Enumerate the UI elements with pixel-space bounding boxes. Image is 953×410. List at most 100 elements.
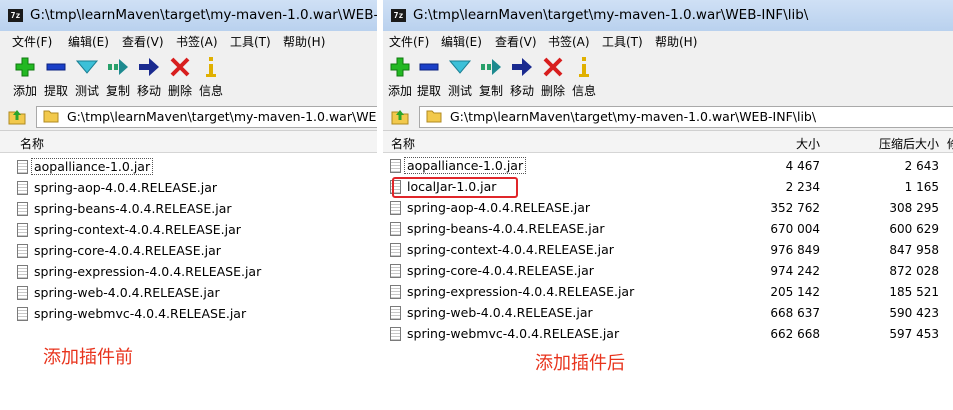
file-name: spring-expression-4.0.4.RELEASE.jar [34, 264, 262, 279]
delete-button[interactable]: 删除 [165, 55, 195, 99]
window-title: G:\tmp\learnMaven\target\my-maven-1.0.wa… [413, 7, 809, 23]
copy-button[interactable]: 复制 [476, 55, 506, 99]
add-icon [390, 57, 410, 77]
jar-file-icon [17, 223, 28, 237]
jar-file-icon [390, 306, 401, 320]
column-header-packed-size[interactable]: 压缩后大小 [879, 135, 939, 152]
file-row[interactable]: spring-beans-4.0.4.RELEASE.jar 670 004 600… [383, 219, 953, 240]
file-name: spring-web-4.0.4.RELEASE.jar [407, 305, 593, 320]
file-row[interactable]: spring-context-4.0.4.RELEASE.jar [0, 220, 377, 241]
move-button[interactable]: 移动 [507, 55, 537, 99]
move-button[interactable]: 移动 [134, 55, 164, 99]
file-packed-size: 597 453 [889, 327, 939, 341]
file-packed-size: 308 295 [889, 201, 939, 215]
file-row[interactable]: spring-webmvc-4.0.4.RELEASE.jar 662 668 59… [383, 324, 953, 345]
file-size: 670 004 [770, 222, 820, 236]
menu-file[interactable]: 文件(F) [389, 33, 429, 50]
caption-before: 添加插件前 [43, 347, 133, 368]
extract-icon [419, 63, 439, 71]
test-button[interactable]: 测试 [445, 55, 475, 99]
file-row[interactable]: aopalliance-1.0.jar 4 467 2 643 [383, 156, 953, 177]
file-row[interactable]: spring-core-4.0.4.RELEASE.jar [0, 241, 377, 262]
menu-tools[interactable]: 工具(T) [602, 33, 643, 50]
file-row[interactable]: spring-web-4.0.4.RELEASE.jar 668 637 590 4… [383, 303, 953, 324]
file-list-header: 名称 [0, 131, 377, 153]
info-button[interactable]: 信息 [196, 55, 226, 99]
jar-file-icon [17, 286, 28, 300]
copy-button[interactable]: 复制 [103, 55, 133, 99]
file-size: 205 142 [770, 285, 820, 299]
test-button[interactable]: 测试 [72, 55, 102, 99]
menu-help[interactable]: 帮助(H) [283, 33, 325, 50]
column-header-name[interactable]: 名称 [20, 135, 44, 152]
title-bar[interactable]: 7z G:\tmp\learnMaven\target\my-maven-1.0… [383, 0, 953, 32]
title-bar[interactable]: 7z G:\tmp\learnMaven\target\my-maven-1.0… [0, 0, 377, 32]
new-file-highlight [392, 177, 518, 198]
file-packed-size: 600 629 [889, 222, 939, 236]
test-icon [75, 60, 99, 74]
jar-file-icon [390, 222, 401, 236]
menu-edit[interactable]: 编辑(E) [441, 33, 482, 50]
menu-tools[interactable]: 工具(T) [230, 33, 271, 50]
address-field[interactable]: G:\tmp\learnMaven\target\my-maven-1.0.wa… [36, 106, 377, 128]
jar-file-icon [17, 181, 28, 195]
menu-view[interactable]: 查看(V) [495, 33, 537, 50]
file-name: spring-expression-4.0.4.RELEASE.jar [407, 284, 635, 299]
add-button[interactable]: 添加 [385, 55, 415, 99]
menu-help[interactable]: 帮助(H) [655, 33, 697, 50]
delete-button[interactable]: 删除 [538, 55, 568, 99]
add-icon [15, 57, 35, 77]
info-button[interactable]: 信息 [569, 55, 599, 99]
file-row[interactable]: spring-web-4.0.4.RELEASE.jar [0, 283, 377, 304]
file-row[interactable]: spring-webmvc-4.0.4.RELEASE.jar [0, 304, 377, 325]
column-header-size[interactable]: 大小 [796, 135, 820, 152]
file-size: 2 234 [785, 180, 820, 194]
file-name: spring-context-4.0.4.RELEASE.jar [34, 222, 241, 237]
column-header-modified[interactable]: 修 [947, 135, 953, 152]
move-icon [512, 58, 532, 76]
file-row[interactable]: spring-beans-4.0.4.RELEASE.jar [0, 199, 377, 220]
menu-view[interactable]: 查看(V) [122, 33, 164, 50]
up-folder-icon[interactable] [6, 106, 28, 126]
file-name: spring-context-4.0.4.RELEASE.jar [407, 242, 614, 257]
toolbar: 添加 提取 测试 复制 移动 删除 信息 [383, 51, 953, 104]
file-name: aopalliance-1.0.jar [403, 157, 527, 174]
file-row[interactable]: spring-aop-4.0.4.RELEASE.jar [0, 178, 377, 199]
folder-icon [426, 110, 442, 123]
extract-button[interactable]: 提取 [41, 55, 71, 99]
menu-edit[interactable]: 编辑(E) [68, 33, 109, 50]
delete-icon [170, 57, 190, 77]
menu-bookmarks[interactable]: 书签(A) [176, 33, 218, 50]
file-row[interactable]: spring-aop-4.0.4.RELEASE.jar 352 762 308 2… [383, 198, 953, 219]
column-header-name[interactable]: 名称 [391, 135, 415, 152]
up-folder-icon[interactable] [389, 106, 411, 126]
file-name: spring-beans-4.0.4.RELEASE.jar [407, 221, 605, 236]
menu-bar: 文件(F) 编辑(E) 查看(V) 书签(A) 工具(T) 帮助(H) [383, 31, 953, 51]
menu-file[interactable]: 文件(F) [12, 33, 52, 50]
address-text: G:\tmp\learnMaven\target\my-maven-1.0.wa… [67, 109, 377, 124]
add-button[interactable]: 添加 [10, 55, 40, 99]
jar-file-icon [17, 265, 28, 279]
menu-bookmarks[interactable]: 书签(A) [548, 33, 590, 50]
jar-file-icon [17, 244, 28, 258]
file-size: 662 668 [770, 327, 820, 341]
file-row[interactable]: spring-expression-4.0.4.RELEASE.jar [0, 262, 377, 283]
extract-label: 提取 [416, 84, 441, 98]
test-label: 测试 [74, 84, 99, 98]
file-packed-size: 2 643 [904, 159, 939, 173]
file-row[interactable]: spring-core-4.0.4.RELEASE.jar 974 242 872 … [383, 261, 953, 282]
test-icon [448, 60, 472, 74]
file-name: spring-webmvc-4.0.4.RELEASE.jar [407, 326, 620, 341]
file-row[interactable]: spring-expression-4.0.4.RELEASE.jar 205 1… [383, 282, 953, 303]
file-name: spring-core-4.0.4.RELEASE.jar [34, 243, 221, 258]
jar-file-icon [17, 202, 28, 216]
move-label: 移动 [136, 84, 161, 98]
file-packed-size: 872 028 [889, 264, 939, 278]
caption-after: 添加插件后 [535, 353, 625, 374]
address-field[interactable]: G:\tmp\learnMaven\target\my-maven-1.0.wa… [419, 106, 953, 128]
extract-button[interactable]: 提取 [414, 55, 444, 99]
file-row[interactable]: aopalliance-1.0.jar [0, 157, 377, 178]
extract-label: 提取 [43, 84, 68, 98]
file-row[interactable]: spring-context-4.0.4.RELEASE.jar 976 849 8… [383, 240, 953, 261]
jar-file-icon [390, 201, 401, 215]
